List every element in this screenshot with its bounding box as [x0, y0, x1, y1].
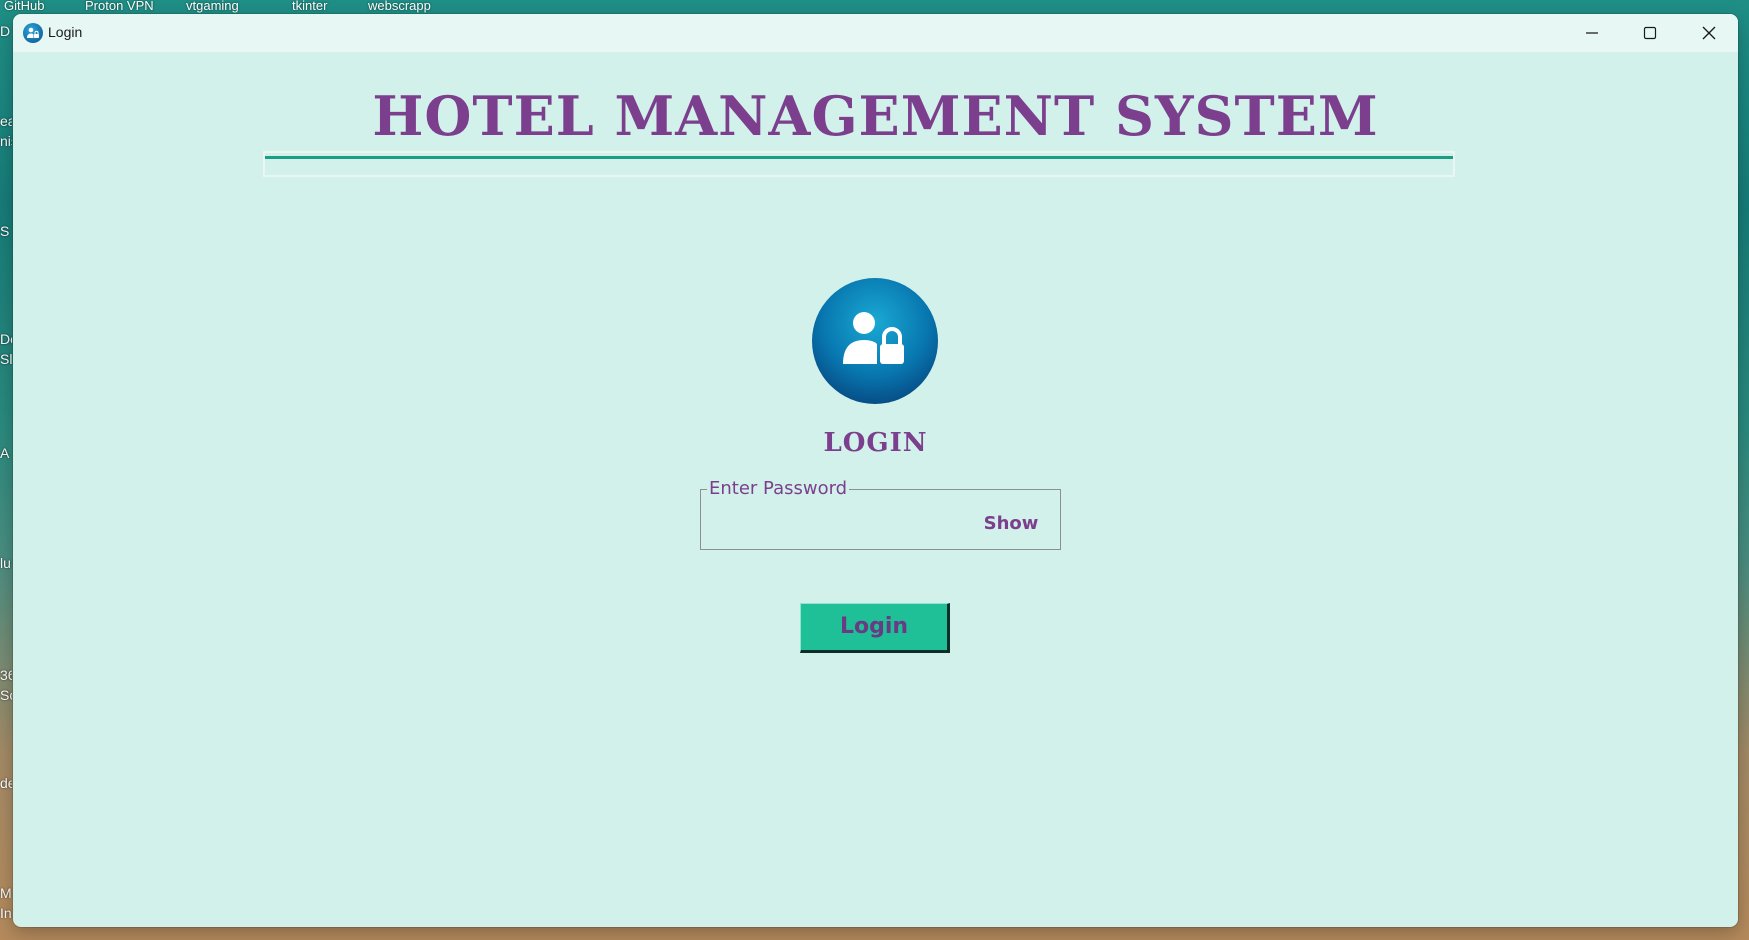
desktop-shortcut-label[interactable]: Sc: [0, 686, 12, 704]
user-lock-icon: [23, 23, 43, 43]
desktop-shortcut-label[interactable]: nis: [0, 132, 12, 150]
minimize-button[interactable]: [1563, 14, 1621, 52]
window-title: Login: [48, 24, 83, 40]
desktop-shortcut-label[interactable]: ea: [0, 112, 12, 130]
desktop-shortcut-label[interactable]: D: [0, 22, 10, 40]
title-divider: [263, 151, 1455, 177]
desktop-shortcut-label[interactable]: vtgaming: [186, 0, 239, 12]
password-label: Enter Password: [707, 478, 850, 500]
close-button[interactable]: [1680, 14, 1738, 52]
login-heading: LOGIN: [823, 428, 928, 458]
password-group: Enter Password Show: [700, 478, 1061, 550]
close-icon: [1702, 26, 1716, 40]
desktop-shortcut-label[interactable]: GitHub: [4, 0, 44, 12]
show-password-button[interactable]: Show: [973, 510, 1049, 538]
desktop-shortcut-label[interactable]: In: [0, 904, 12, 922]
desktop-shortcut-label[interactable]: De: [0, 330, 12, 348]
desktop-shortcut-label[interactable]: webscrapp: [368, 0, 431, 12]
window-titlebar[interactable]: Login: [13, 14, 1738, 52]
desktop-shortcut-label[interactable]: S: [0, 222, 9, 240]
desktop-shortcut-label[interactable]: M: [0, 884, 12, 902]
maximize-icon: [1643, 26, 1657, 40]
password-input[interactable]: [709, 512, 963, 540]
app-title: HOTEL MANAGEMENT SYSTEM: [372, 84, 1379, 148]
user-lock-icon: [812, 278, 938, 404]
desktop-shortcut-label[interactable]: Proton VPN: [85, 0, 154, 12]
desktop-shortcut-labels: GitHub Proton VPN vtgaming tkinter websc…: [0, 0, 1749, 14]
desktop-shortcut-label[interactable]: de: [0, 774, 12, 792]
login-window: Login HOTEL MANAGEMENT SYSTEM LOGIN Ente…: [13, 14, 1738, 927]
desktop-shortcut-label[interactable]: lu: [0, 554, 11, 572]
minimize-icon: [1586, 32, 1598, 34]
desktop-shortcut-label[interactable]: A: [0, 444, 9, 462]
desktop-left-labels: D ea nis S De Sl A lu 36 Sc de M In: [0, 14, 12, 940]
desktop-shortcut-label[interactable]: 36: [0, 666, 12, 684]
desktop-shortcut-label[interactable]: tkinter: [292, 0, 327, 12]
maximize-button[interactable]: [1621, 14, 1679, 52]
login-button[interactable]: Login: [800, 603, 950, 653]
desktop-shortcut-label[interactable]: Sl: [0, 350, 12, 368]
divider-line: [265, 156, 1453, 159]
